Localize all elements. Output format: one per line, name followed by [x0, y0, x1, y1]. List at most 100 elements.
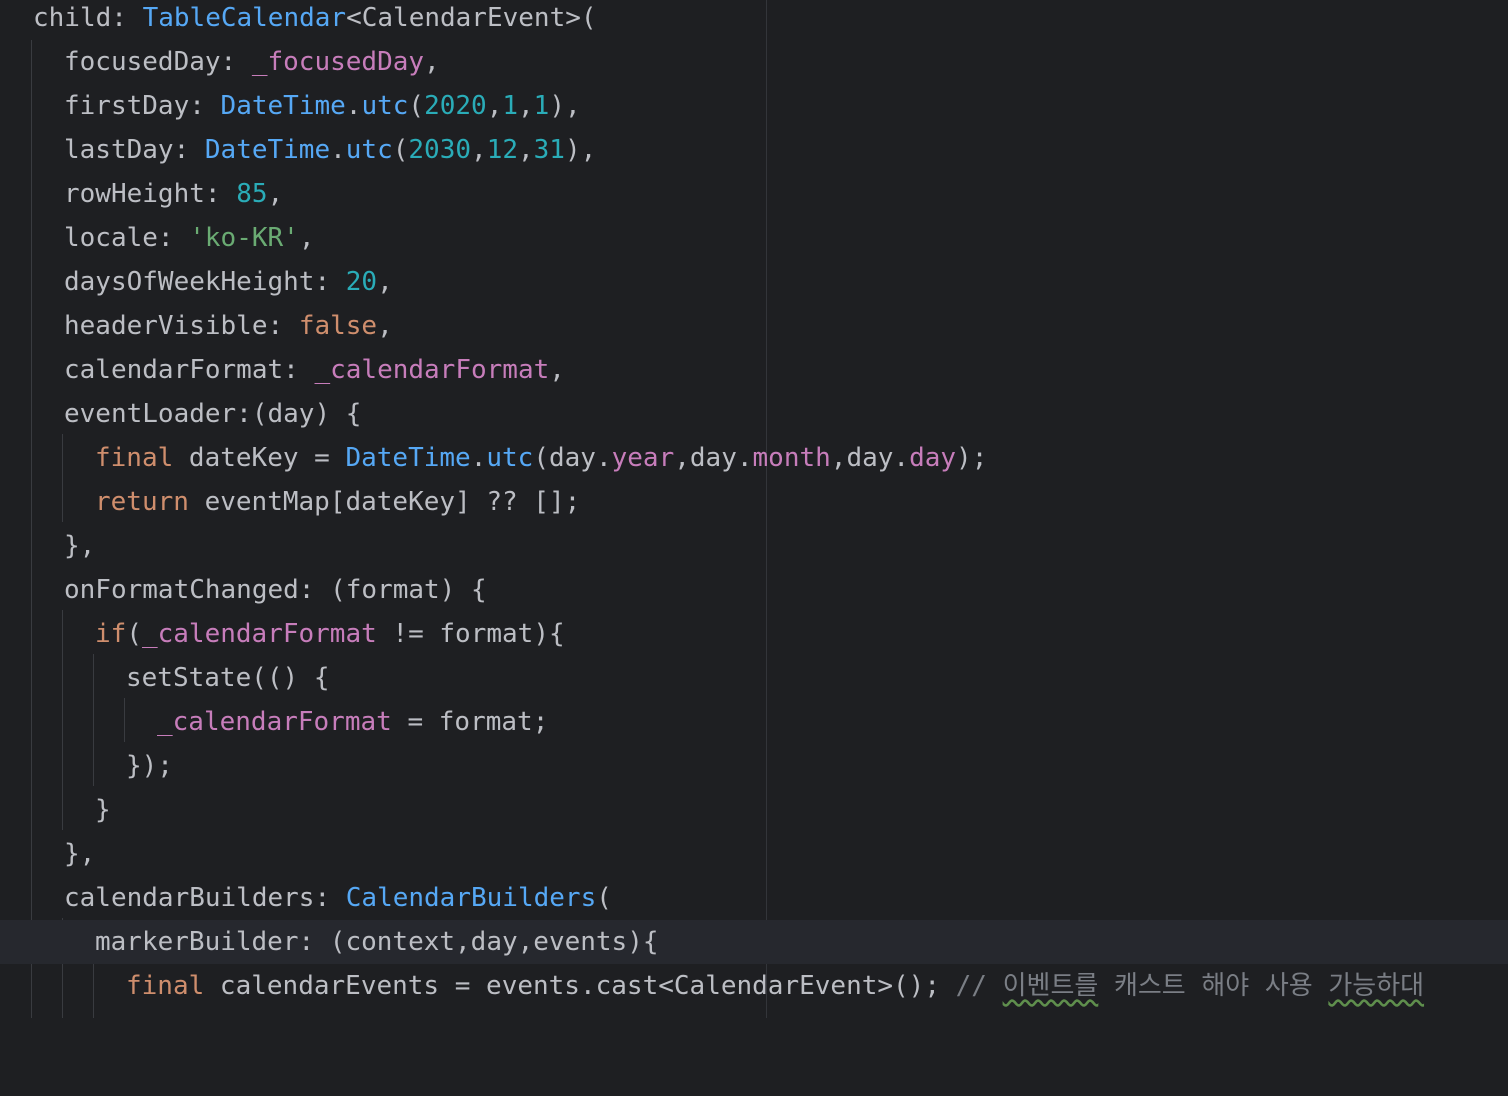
- code-token: }: [95, 795, 111, 825]
- code-line[interactable]: locale: 'ko-KR',: [0, 216, 1508, 260]
- code-token: eventMap[dateKey] ?? [];: [188, 487, 581, 517]
- code-line[interactable]: _calendarFormat = format;: [0, 700, 1508, 744]
- code-token: });: [126, 751, 173, 781]
- code-line[interactable]: lastDay: DateTime.utc(2030,12,31),: [0, 128, 1508, 172]
- code-token: ,: [267, 179, 284, 209]
- code-line[interactable]: calendarFormat: _calendarFormat,: [0, 348, 1508, 392]
- code-line[interactable]: },: [0, 524, 1508, 568]
- code-token: .: [345, 91, 362, 121]
- code-token: day: [909, 443, 957, 473]
- code-line[interactable]: setState(() {: [0, 656, 1508, 700]
- code-token: },: [64, 839, 96, 869]
- code-line[interactable]: focusedDay: _focusedDay,: [0, 40, 1508, 84]
- current-code-line[interactable]: markerBuilder: (context,day,events){: [0, 920, 1508, 964]
- code-token: locale:: [64, 223, 190, 253]
- code-line[interactable]: headerVisible: false,: [0, 304, 1508, 348]
- code-token: return: [95, 487, 189, 517]
- code-token: final: [126, 971, 205, 1001]
- code-token: month: [752, 443, 831, 473]
- code-token: ,: [549, 355, 565, 385]
- code-editor[interactable]: child: TableCalendar<CalendarEvent>( foc…: [0, 0, 1508, 1018]
- code-token: != format){: [376, 619, 565, 649]
- code-line[interactable]: firstDay: DateTime.utc(2020,1,1),: [0, 84, 1508, 128]
- code-token: ,: [471, 135, 487, 165]
- code-token: DateTime: [220, 91, 346, 121]
- code-token: ,: [424, 47, 440, 77]
- code-token: onFormatChanged: (format) {: [64, 575, 487, 605]
- code-token: ,: [518, 91, 534, 121]
- code-token: (: [126, 619, 142, 649]
- code-comment: 가능하대: [1328, 971, 1425, 1001]
- code-token: CalendarBuilders: [345, 883, 597, 913]
- code-token: );: [956, 443, 988, 473]
- code-token: markerBuilder: (context,day,events){: [95, 927, 659, 957]
- code-line[interactable]: }: [0, 788, 1508, 832]
- code-token: utc: [486, 443, 534, 473]
- code-token: 2030: [408, 135, 472, 165]
- code-token: ,day.: [674, 443, 753, 473]
- code-line[interactable]: onFormatChanged: (format) {: [0, 568, 1508, 612]
- code-token: 2020: [424, 91, 487, 121]
- code-token: focusedDay:: [64, 47, 252, 77]
- code-token: year: [611, 443, 675, 473]
- code-comment: 캐스트 해야 사용: [1098, 971, 1329, 1001]
- code-token: final: [95, 443, 174, 473]
- code-token: ,: [518, 135, 534, 165]
- code-token: ,: [486, 91, 503, 121]
- code-token: ),: [564, 135, 597, 165]
- code-token: (: [408, 91, 425, 121]
- code-token: 85: [236, 179, 268, 209]
- code-token: 1: [502, 91, 518, 121]
- code-token: ,: [298, 223, 315, 253]
- code-token: eventLoader:(day) {: [64, 399, 362, 429]
- code-token: ,: [377, 267, 393, 297]
- code-line[interactable]: daysOfWeekHeight: 20,: [0, 260, 1508, 304]
- code-line[interactable]: eventLoader:(day) {: [0, 392, 1508, 436]
- code-token: 1: [533, 91, 550, 121]
- code-token: setState(() {: [126, 663, 330, 693]
- code-token: DateTime: [345, 443, 471, 473]
- code-token: dateKey =: [173, 443, 346, 473]
- code-token: utc: [345, 135, 393, 165]
- code-line[interactable]: rowHeight: 85,: [0, 172, 1508, 216]
- code-token: calendarEvents = events.cast<CalendarEve…: [204, 971, 956, 1001]
- code-token: ),: [549, 91, 581, 121]
- code-line[interactable]: final dateKey = DateTime.utc(day.year,da…: [0, 436, 1508, 480]
- code-token: .: [470, 443, 487, 473]
- code-line[interactable]: return eventMap[dateKey] ?? [];: [0, 480, 1508, 524]
- code-token: = format;: [391, 707, 549, 737]
- code-line[interactable]: if(_calendarFormat != format){: [0, 612, 1508, 656]
- code-token: (: [392, 135, 409, 165]
- code-token: 'ko-KR': [189, 223, 299, 253]
- code-token: child:: [33, 3, 143, 33]
- code-token: rowHeight:: [64, 179, 237, 209]
- code-token: headerVisible:: [64, 311, 299, 341]
- code-token: DateTime: [204, 135, 331, 165]
- code-line[interactable]: calendarBuilders: CalendarBuilders(: [0, 876, 1508, 920]
- code-token: <CalendarEvent>(: [346, 3, 597, 33]
- code-token: _calendarFormat: [314, 355, 550, 385]
- code-token: 12: [486, 135, 518, 165]
- code-token: _calendarFormat: [157, 707, 392, 737]
- code-line[interactable]: });: [0, 744, 1508, 788]
- code-token: calendarBuilders:: [64, 883, 346, 913]
- code-line[interactable]: final calendarEvents = events.cast<Calen…: [0, 964, 1508, 1008]
- code-comment: //: [955, 971, 1003, 1001]
- code-token: daysOfWeekHeight:: [64, 267, 346, 297]
- code-token: (: [596, 883, 612, 913]
- code-token: (day.: [533, 443, 612, 473]
- code-token: 20: [345, 267, 378, 297]
- code-line[interactable]: child: TableCalendar<CalendarEvent>(: [0, 0, 1508, 40]
- code-token: 31: [533, 135, 565, 165]
- code-token: firstDay:: [64, 91, 221, 121]
- code-token: .: [330, 135, 346, 165]
- code-token: ,day.: [830, 443, 910, 473]
- code-token: ,: [377, 311, 393, 341]
- code-comment: 이벤트를: [1002, 971, 1099, 1001]
- code-token: _focusedDay: [251, 47, 425, 77]
- code-token: false: [298, 311, 378, 341]
- code-token: utc: [361, 91, 409, 121]
- code-token: if: [95, 619, 127, 649]
- code-line[interactable]: },: [0, 832, 1508, 876]
- code-token: _calendarFormat: [141, 619, 377, 649]
